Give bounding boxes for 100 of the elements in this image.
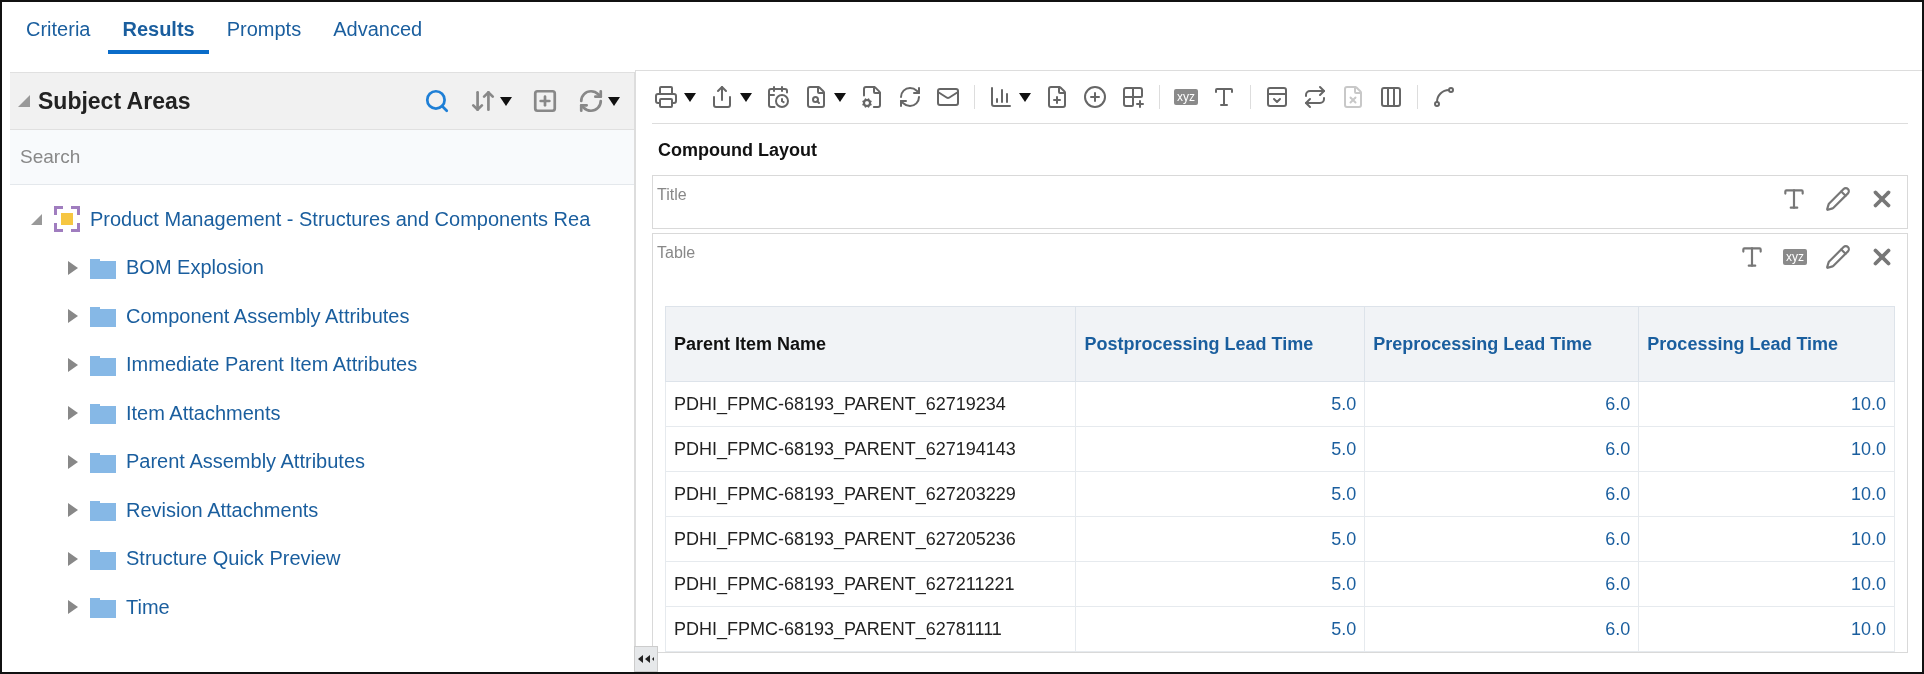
column-header[interactable]: Postprocessing Lead Time xyxy=(1076,306,1365,382)
calendar-clock-button[interactable] xyxy=(766,85,790,109)
repeat-button[interactable] xyxy=(1303,85,1327,109)
tree-item[interactable]: Revision Attachments xyxy=(126,498,319,522)
text-format-icon xyxy=(1781,186,1807,212)
text-format-button[interactable] xyxy=(1739,244,1765,270)
search-field[interactable]: Search xyxy=(10,130,634,185)
table-cell[interactable]: 6.0 xyxy=(1364,561,1639,607)
add-frame-icon xyxy=(532,88,558,114)
table-cell: PDHI_FPMC-68193_PARENT_62781111 xyxy=(665,606,1076,652)
text-label-button[interactable]: xyz xyxy=(1174,89,1198,105)
expand-triangle-icon[interactable] xyxy=(66,502,80,519)
tab[interactable]: Prompts xyxy=(212,2,316,54)
tab[interactable]: Advanced xyxy=(319,2,437,54)
column-header[interactable]: Processing Lead Time xyxy=(1638,306,1895,382)
file-gear-button[interactable] xyxy=(860,85,884,109)
table-cell[interactable]: 5.0 xyxy=(1076,426,1365,472)
edit-button[interactable] xyxy=(1825,186,1851,212)
mail-icon xyxy=(936,85,960,109)
expand-triangle-icon[interactable] xyxy=(66,453,80,470)
table-cell: PDHI_FPMC-68193_PARENT_627194143 xyxy=(665,426,1076,472)
table-cell: PDHI_FPMC-68193_PARENT_627203229 xyxy=(665,471,1076,517)
table-cell[interactable]: 10.0 xyxy=(1638,426,1895,472)
repeat-icon xyxy=(1303,85,1327,109)
folder-icon xyxy=(90,450,116,473)
table-cell[interactable]: 5.0 xyxy=(1076,606,1365,652)
collapse-panel-button[interactable] xyxy=(634,646,658,672)
tree-item[interactable]: BOM Explosion xyxy=(126,256,264,280)
printer-button[interactable] xyxy=(654,85,696,109)
caret-icon xyxy=(684,92,696,102)
table-cell[interactable]: 10.0 xyxy=(1638,561,1895,607)
edit-icon xyxy=(1825,186,1851,212)
bar-chart-button[interactable] xyxy=(989,85,1031,109)
search-icon xyxy=(424,88,450,114)
table-cell[interactable]: 5.0 xyxy=(1076,471,1365,517)
file-plus-button[interactable] xyxy=(1045,85,1069,109)
expand-triangle-icon[interactable] xyxy=(66,405,80,422)
caret-icon xyxy=(834,92,846,102)
tree-item[interactable]: Immediate Parent Item Attributes xyxy=(126,353,418,377)
table-cell[interactable]: 5.0 xyxy=(1076,561,1365,607)
path-button[interactable] xyxy=(1432,85,1456,109)
text-format-button[interactable] xyxy=(1781,186,1807,212)
column-header[interactable]: Preprocessing Lead Time xyxy=(1364,306,1639,382)
mail-button[interactable] xyxy=(936,85,960,109)
expand-triangle-icon[interactable] xyxy=(66,599,80,616)
circle-plus-button[interactable] xyxy=(1083,85,1107,109)
table-cell[interactable]: 10.0 xyxy=(1638,606,1895,652)
double-left-arrow-icon xyxy=(638,655,654,663)
expand-triangle-icon[interactable] xyxy=(66,259,80,276)
table-cell[interactable]: 5.0 xyxy=(1076,381,1365,427)
caret-icon xyxy=(1019,92,1031,102)
tree-item[interactable]: Time xyxy=(126,595,170,619)
grid-plus-button[interactable] xyxy=(1121,85,1145,109)
table-cell[interactable]: 6.0 xyxy=(1364,381,1639,427)
tab[interactable]: Results xyxy=(108,2,209,54)
tree-item[interactable]: Component Assembly Attributes xyxy=(126,304,410,328)
expand-triangle-icon[interactable] xyxy=(66,356,80,373)
edit-button[interactable] xyxy=(1825,244,1851,270)
table-cell[interactable]: 10.0 xyxy=(1638,516,1895,562)
file-delete-icon xyxy=(1341,85,1365,109)
column-header: Parent Item Name xyxy=(665,306,1076,382)
text-label-button[interactable]: xyz xyxy=(1783,249,1807,265)
tab[interactable]: Criteria xyxy=(12,2,105,54)
file-search-button[interactable] xyxy=(804,85,846,109)
folder-icon xyxy=(90,402,116,425)
table-cell[interactable]: 6.0 xyxy=(1364,471,1639,517)
table-cell[interactable]: 10.0 xyxy=(1638,471,1895,517)
path-icon xyxy=(1432,85,1456,109)
folder-icon xyxy=(90,305,116,328)
expand-triangle-icon[interactable] xyxy=(66,550,80,567)
columns-button[interactable] xyxy=(1379,85,1403,109)
table-cell: PDHI_FPMC-68193_PARENT_627211221 xyxy=(665,561,1076,607)
tree-item[interactable]: Parent Assembly Attributes xyxy=(126,450,365,474)
table-cell[interactable]: 6.0 xyxy=(1364,516,1639,562)
file-gear-icon xyxy=(860,85,884,109)
refresh-button[interactable] xyxy=(898,85,922,109)
layout-title: Compound Layout xyxy=(657,139,818,162)
table-cell[interactable]: 6.0 xyxy=(1364,606,1639,652)
tree-item[interactable]: Structure Quick Preview xyxy=(126,547,341,571)
export-button[interactable] xyxy=(710,85,752,109)
file-search-icon xyxy=(804,85,828,109)
refresh-icon xyxy=(898,85,922,109)
panel-button[interactable] xyxy=(1265,85,1289,109)
table-cell: PDHI_FPMC-68193_PARENT_627205236 xyxy=(665,516,1076,562)
text-format-button[interactable] xyxy=(1212,85,1236,109)
view-label: Table xyxy=(657,244,696,262)
calendar-clock-icon xyxy=(766,85,790,109)
panel-title: Subject Areas xyxy=(38,87,192,115)
expand-triangle-icon[interactable] xyxy=(66,308,80,325)
table-cell[interactable]: 6.0 xyxy=(1364,426,1639,472)
table-cell[interactable]: 5.0 xyxy=(1076,516,1365,562)
tree-item[interactable]: Item Attachments xyxy=(126,401,281,425)
folder-icon xyxy=(90,596,116,619)
folder-icon xyxy=(90,353,116,376)
tree-item[interactable]: Product Management - Structures and Components Rea xyxy=(90,207,591,231)
caret-icon xyxy=(608,96,620,106)
printer-icon xyxy=(654,85,678,109)
edit-icon xyxy=(1825,244,1851,270)
columns-icon xyxy=(1379,85,1403,109)
table-cell[interactable]: 10.0 xyxy=(1638,381,1895,427)
